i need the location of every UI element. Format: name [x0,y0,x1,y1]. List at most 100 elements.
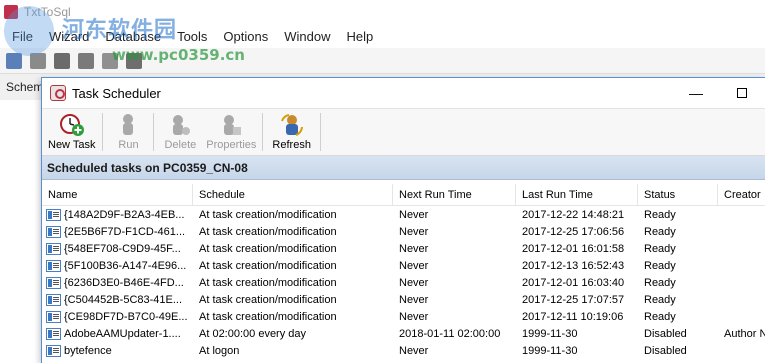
minimize-button[interactable]: — [673,78,719,108]
table-row[interactable]: {6236D3E0-B46E-4FD... At task creation/m… [42,274,765,291]
delete-button[interactable]: Delete [157,109,203,155]
window-title: Task Scheduler [72,85,161,101]
task-schedule: At task creation/modification [199,225,337,238]
table-row[interactable]: {5F100B36-A147-4E96... At task creation/… [42,257,765,274]
properties-button[interactable]: Properties [203,109,259,155]
task-status: Ready [644,242,676,255]
delete-label: Delete [164,139,197,151]
menu-file[interactable]: File [4,29,41,44]
task-name: {C504452B-5C83-41E... [64,293,183,306]
toolbar: New Task Run Delete Properties Refresh [42,108,765,156]
task-next-run: Never [399,208,429,221]
export-icon[interactable] [30,52,46,69]
task-schedule: At logon [199,344,240,357]
window-titlebar[interactable]: Task Scheduler — [42,78,765,108]
task-next-run: Never [399,225,429,238]
task-name: {148A2D9F-B2A3-4EB... [64,208,185,221]
task-icon [46,344,61,357]
user-icon[interactable] [6,52,22,69]
tasks-list: Name Schedule Next Run Time Last Run Tim… [42,182,765,363]
table-icon[interactable] [54,52,70,69]
task-rows: {148A2D9F-B2A3-4EB... At task creation/m… [42,206,765,359]
column-header-last-run[interactable]: Last Run Time [516,184,638,206]
menu-database[interactable]: Database [97,29,169,44]
task-schedule: At task creation/modification [199,259,337,272]
task-last-run: 2017-12-25 17:07:57 [522,293,625,306]
properties-icon [218,113,244,137]
task-last-run: 2017-12-13 16:52:43 [522,259,625,272]
task-name: {CE98DF7D-B7C0-49E... [64,310,188,323]
task-icon [46,276,61,289]
task-status: Ready [644,293,676,306]
new-task-label: New Task [48,139,96,151]
menu-window[interactable]: Window [276,29,338,44]
menu-options[interactable]: Options [215,29,276,44]
properties-label: Properties [206,139,257,151]
menu-help[interactable]: Help [338,29,381,44]
task-name: {5F100B36-A147-4E96... [64,259,187,272]
maximize-button[interactable] [719,78,765,108]
task-status: Ready [644,259,676,272]
refresh-button[interactable]: Refresh [266,109,317,155]
menu-wizard[interactable]: Wizard [41,29,97,44]
tab-schema[interactable]: Schem [6,80,43,94]
task-name: bytefence [64,344,112,357]
table-row[interactable]: {C504452B-5C83-41E... At task creation/m… [42,291,765,308]
task-icon [46,310,61,323]
column-header-status[interactable]: Status [638,184,718,206]
grid-icon[interactable] [78,52,94,69]
task-last-run: 2017-12-11 10:19:06 [522,310,624,323]
table-row[interactable]: {CE98DF7D-B7C0-49E... At task creation/m… [42,308,765,325]
task-last-run: 2017-12-25 17:06:56 [522,225,625,238]
run-icon [115,113,141,137]
menu-tools[interactable]: Tools [169,29,215,44]
toolbar-separator [319,113,321,151]
task-icon [46,208,61,221]
app-main-panel [0,100,42,363]
table-row[interactable]: AdobeAAMUpdater-1.... At 02:00:00 every … [42,325,765,342]
task-icon [46,225,61,238]
app-titlebar: TxtToSql [0,0,765,24]
task-scheduler-icon [50,85,66,101]
run-button[interactable]: Run [106,109,150,155]
column-header-name[interactable]: Name [42,184,193,206]
task-last-run: 1999-11-30 [522,327,578,340]
column-header-schedule[interactable]: Schedule [193,184,393,206]
settings-icon[interactable] [102,52,118,69]
app-menubar: File Wizard Database Tools Options Windo… [0,24,765,48]
app-logo-icon [4,5,18,19]
task-name: {2E5B6F7D-F1CD-461... [64,225,186,238]
task-last-run: 2017-12-22 14:48:21 [522,208,625,221]
toolbar-separator [262,113,264,151]
column-header-next-run[interactable]: Next Run Time [393,184,516,206]
new-task-icon [59,113,85,137]
task-status: Disabled [644,344,687,357]
chart-icon[interactable] [126,52,142,69]
table-row[interactable]: bytefence At logon Never 1999-11-30 Disa… [42,342,765,359]
task-scheduler-window: Task Scheduler — New Task Run Delete Pro… [41,77,765,363]
task-icon [46,327,61,340]
task-status: Disabled [644,327,687,340]
app-title: TxtToSql [24,5,71,19]
maximize-icon [737,88,747,98]
refresh-label: Refresh [272,139,311,151]
task-name: AdobeAAMUpdater-1.... [64,327,181,340]
task-schedule: At task creation/modification [199,242,337,255]
task-last-run: 1999-11-30 [522,344,578,357]
task-next-run: Never [399,310,429,323]
refresh-icon [279,113,305,137]
task-status: Ready [644,208,676,221]
column-header-creator[interactable]: Creator [718,184,765,206]
toolbar-separator [153,113,155,151]
table-row[interactable]: {2E5B6F7D-F1CD-461... At task creation/m… [42,223,765,240]
table-row[interactable]: {148A2D9F-B2A3-4EB... At task creation/m… [42,206,765,223]
task-last-run: 2017-12-01 16:01:58 [522,242,625,255]
task-icon [46,242,61,255]
task-status: Ready [644,310,676,323]
new-task-button[interactable]: New Task [44,109,99,155]
run-label: Run [118,139,139,151]
table-row[interactable]: {548EF708-C9D9-45F... At task creation/m… [42,240,765,257]
task-next-run: Never [399,259,429,272]
scheduled-tasks-header: Scheduled tasks on PC0359_CN-08 [42,156,765,180]
column-headers: Name Schedule Next Run Time Last Run Tim… [42,184,765,206]
